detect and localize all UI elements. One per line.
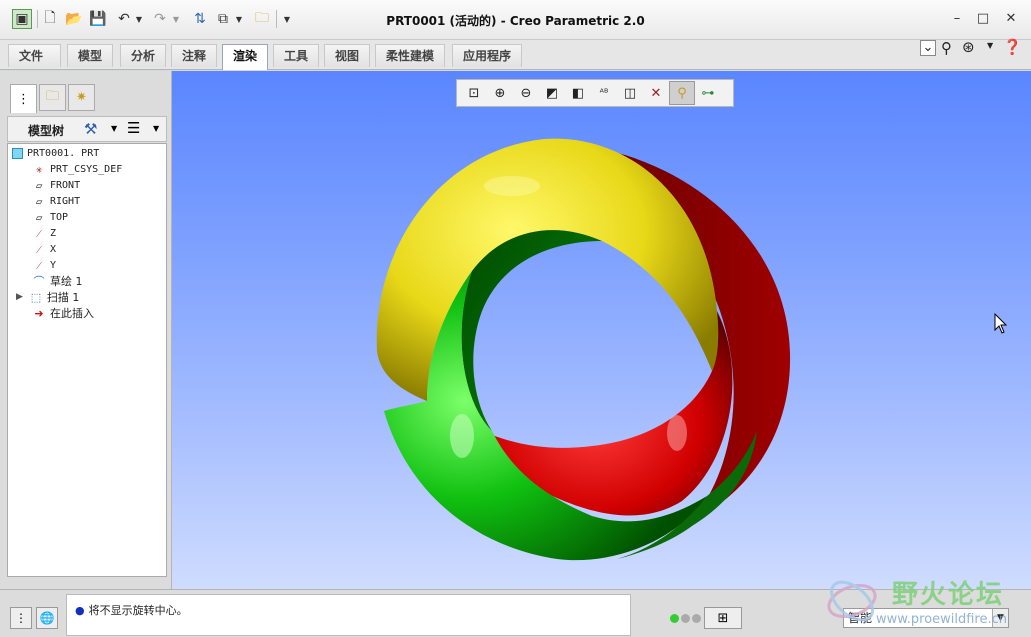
ribbon-tabs: 文件 ▾ 模型 分析 注释 渲染 工具 视图 柔性建模 应用程序 ⌄ ⚲ ⊛ ▼… <box>0 38 1031 85</box>
watermark-text: 野火论坛 <box>892 580 1005 610</box>
model-tree: PRT0001. PRT ✳ PRT_CSYS_DEF ▱ FRONT ▱ RI… <box>7 143 167 577</box>
help-icon[interactable]: ❓ <box>1003 38 1022 58</box>
toggle-browser-icon[interactable]: 🌐 <box>36 607 58 629</box>
tree-item-right[interactable]: ▱ RIGHT <box>32 193 80 209</box>
maximize-button[interactable]: □ <box>972 10 994 28</box>
tab-folder-browser[interactable]: 🗀 <box>39 84 66 111</box>
message-area: ● 将不显示旋转中心。 <box>66 594 631 636</box>
tree-item-csys[interactable]: ✳ PRT_CSYS_DEF <box>32 161 123 177</box>
axis-icon: ⁄ <box>38 242 40 256</box>
folder-icon: 🗀 <box>45 88 59 104</box>
model-tree-header: 模型树 ⚒ ▼ ☰ ▼ <box>7 116 167 142</box>
insert-here-icon: ➜ <box>34 306 44 320</box>
forum-watermark: 野火论坛 www.proewildfire.cn <box>822 570 1027 634</box>
mobius-ring-model[interactable] <box>172 71 1031 589</box>
tab-view[interactable]: 视图 <box>324 44 371 67</box>
datum-plane-icon: ▱ <box>35 178 43 192</box>
watermark-logo <box>827 580 877 622</box>
tab-analysis[interactable]: 分析 <box>120 44 167 67</box>
datum-plane-icon: ▱ <box>35 210 43 224</box>
find-icon[interactable]: ⊞ <box>704 607 742 629</box>
highlight <box>667 415 687 451</box>
minimize-button[interactable]: – <box>946 10 968 28</box>
graphics-window[interactable]: ⊡ ⊕ ⊖ ◩ ◧ ᴬᴮ ◫ ✕ ⚲ ⊶ <box>172 71 1031 589</box>
tab-favorites[interactable]: ✷ <box>68 84 95 111</box>
part-icon <box>12 147 23 159</box>
regeneration-status <box>670 612 703 626</box>
expand-icon[interactable]: ▶ <box>16 292 23 302</box>
window-title: PRT0001 (活动的) - Creo Parametric 2.0 <box>386 14 645 28</box>
tree-item-axis-y[interactable]: ⁄ Y <box>32 257 56 273</box>
toggle-navigator-icon[interactable]: ⋮ <box>10 607 32 629</box>
tree-item-front[interactable]: ▱ FRONT <box>32 177 80 193</box>
highlight <box>484 176 540 196</box>
tree-item-axis-z[interactable]: ⁄ Z <box>32 225 56 241</box>
axis-icon: ⁄ <box>38 226 40 240</box>
status-message: 将不显示旋转中心。 <box>88 604 188 617</box>
model-tree-title: 模型树 <box>28 124 65 138</box>
search-icon[interactable]: ⚲ <box>941 39 952 59</box>
tab-flexible-modeling[interactable]: 柔性建模 <box>375 44 446 67</box>
show-icon[interactable]: ☰ <box>127 119 140 137</box>
settings-icon[interactable]: ⚒ <box>84 120 97 138</box>
sweep-icon: ⬚ <box>30 290 42 304</box>
tab-model-tree[interactable]: ⋮ <box>10 84 37 113</box>
navigator-panel: ⋮ 🗀 ✷ 模型树 ⚒ ▼ ☰ ▼ PRT0001. PRT ✳ PRT_CSY… <box>0 71 172 589</box>
datum-plane-icon: ▱ <box>35 194 43 208</box>
tree-item-axis-x[interactable]: ⁄ X <box>32 241 56 257</box>
highlight <box>450 414 474 458</box>
sketch-icon: ⌒ <box>33 275 45 288</box>
tree-item-sketch[interactable]: ⌒ 草绘 1 <box>32 273 83 289</box>
show-dropdown-icon[interactable]: ▼ <box>153 124 159 133</box>
info-bullet-icon: ● <box>75 604 85 617</box>
tab-annotate[interactable]: 注释 <box>171 44 218 67</box>
community-dropdown-icon[interactable]: ▼ <box>987 41 993 61</box>
tab-model[interactable]: 模型 <box>67 44 114 67</box>
tree-item-insert-here[interactable]: ➜ 在此插入 <box>32 305 94 321</box>
tree-item-sweep[interactable]: ▶ ⬚ 扫描 1 <box>16 289 79 305</box>
favorites-icon: ✷ <box>76 90 87 105</box>
tab-file[interactable]: 文件 ▾ <box>8 44 61 85</box>
tree-item-top[interactable]: ▱ TOP <box>32 209 68 225</box>
search-dropdown-icon[interactable]: ⌄ <box>920 40 936 56</box>
tab-render[interactable]: 渲染 <box>222 44 269 70</box>
ring-segment-green-inner <box>461 230 602 431</box>
model-tree-icon: ⋮ <box>17 91 30 107</box>
tab-applications[interactable]: 应用程序 <box>452 44 523 67</box>
tab-tools[interactable]: 工具 <box>273 44 320 67</box>
title-bar: ▣ 🗋 📂 💾 ↶ ▼ ↷ ▼ ⇅ ⧉ ▼ 🗀 ▼ PRT0001 (活动的) … <box>0 0 1031 40</box>
axis-icon: ⁄ <box>38 258 40 272</box>
mouse-cursor <box>994 313 1008 334</box>
settings-dropdown-icon[interactable]: ▼ <box>111 124 117 133</box>
csys-icon: ✳ <box>35 162 43 176</box>
tree-item-part[interactable]: PRT0001. PRT <box>12 145 99 161</box>
close-button[interactable]: ✕ <box>1000 10 1022 28</box>
community-icon[interactable]: ⊛ <box>962 38 975 58</box>
watermark-url: www.proewildfire.cn <box>876 612 1007 627</box>
